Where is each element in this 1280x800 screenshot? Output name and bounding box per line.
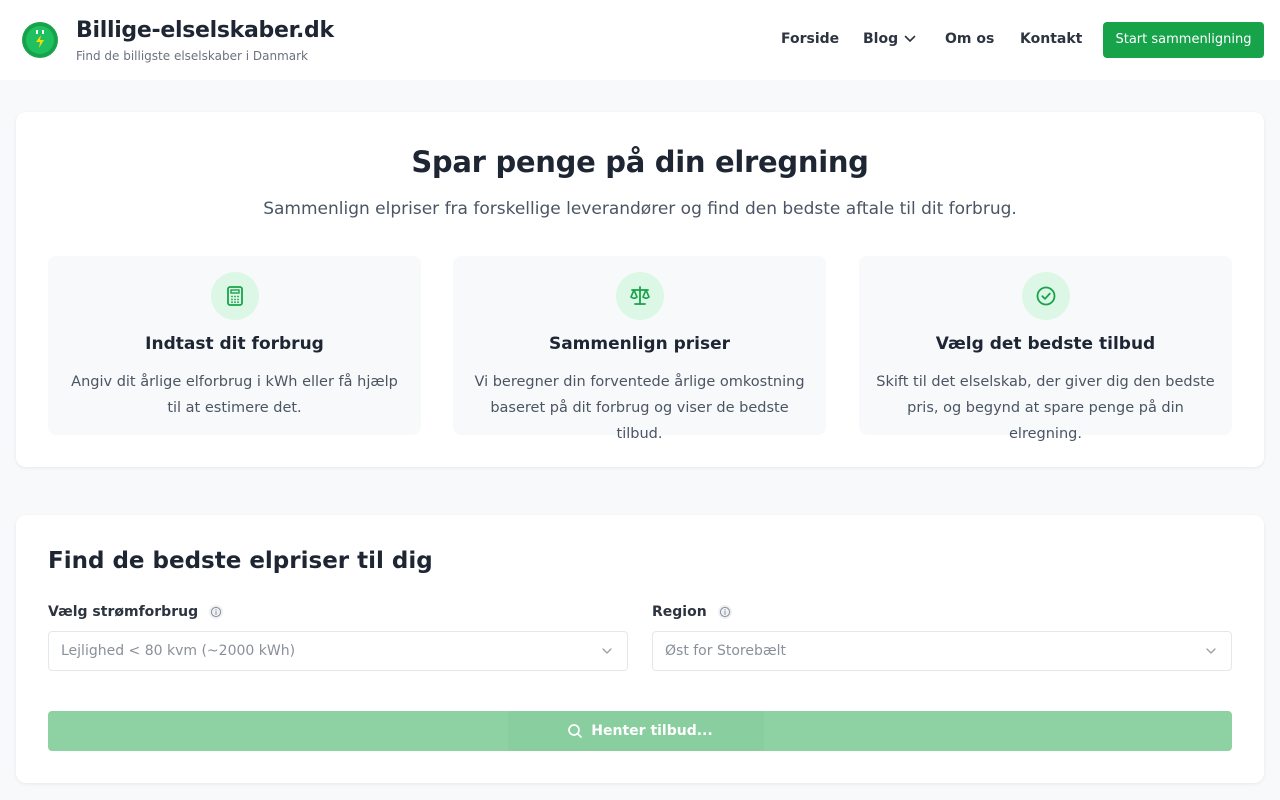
info-icon[interactable] xyxy=(717,604,733,620)
site-tagline: Find de billigste elselskaber i Danmark xyxy=(76,49,308,63)
hero-subtitle: Sammenlign elpriser fra forskellige leve… xyxy=(263,199,1017,219)
feature-title: Sammenlign priser xyxy=(548,334,731,354)
chevron-down-icon xyxy=(602,648,612,654)
info-icon[interactable] xyxy=(208,604,224,620)
hero-title: Spar penge på din elregning xyxy=(411,145,869,179)
site-header: Billige-elselskaber.dk Find de billigste… xyxy=(0,0,1280,80)
nav-om-os[interactable]: Om os xyxy=(945,31,994,47)
scale-icon xyxy=(630,286,650,305)
region-label-text: Region xyxy=(652,604,707,620)
fetch-offers-content: Henter tilbud... xyxy=(48,711,1232,751)
feature-description: Skift til det elselskab, der giver dig d… xyxy=(876,374,1215,442)
feature-card-enter-usage: Indtast dit forbrug Angiv dit årlige elf… xyxy=(48,256,421,435)
finder-title: Find de bedste elpriser til dig xyxy=(48,548,433,574)
consumption-select-value: Lejlighed < 80 kvm (~2000 kWh) xyxy=(61,643,296,659)
fetch-offers-label: Henter tilbud... xyxy=(591,723,713,739)
search-icon xyxy=(568,724,583,738)
logo[interactable] xyxy=(22,22,58,58)
nav-blog[interactable]: Blog xyxy=(863,31,916,47)
price-finder-section: Find de bedste elpriser til dig Vælg str… xyxy=(16,515,1264,783)
nav-forside[interactable]: Forside xyxy=(781,31,839,47)
chevron-down-icon xyxy=(904,35,916,42)
feature-description: Vi beregner din forventede årlige omkost… xyxy=(474,374,805,442)
chevron-down-icon xyxy=(1206,648,1216,654)
lightning-bolt-icon xyxy=(36,30,44,48)
consumption-label: Vælg strømforbrug xyxy=(48,604,224,620)
start-comparison-button[interactable]: Start sammenligning xyxy=(1103,22,1264,58)
hero-section: Spar penge på din elregning Sammenlign e… xyxy=(16,112,1264,467)
fetch-offers-button[interactable]: Henter tilbud... xyxy=(48,711,1232,751)
check-circle-icon xyxy=(1036,286,1056,306)
feature-description: Angiv dit årlige elforbrug i kWh eller f… xyxy=(71,374,398,416)
nav-kontakt[interactable]: Kontakt xyxy=(1020,31,1082,47)
region-select[interactable]: Øst for Storebælt xyxy=(652,631,1232,671)
feature-card-compare-prices: Sammenlign priser Vi beregner din forven… xyxy=(453,256,826,442)
region-select-value: Øst for Storebælt xyxy=(665,643,786,659)
nav-blog-label: Blog xyxy=(863,31,899,47)
site-title[interactable]: Billige-elselskaber.dk xyxy=(76,18,334,43)
feature-title: Indtast dit forbrug xyxy=(145,334,324,354)
feature-title: Vælg det bedste tilbud xyxy=(935,334,1156,354)
feature-icon-badge xyxy=(1022,272,1070,320)
calculator-icon xyxy=(227,286,243,306)
region-label: Region xyxy=(652,604,733,620)
feature-icon-badge xyxy=(211,272,259,320)
consumption-select[interactable]: Lejlighed < 80 kvm (~2000 kWh) xyxy=(48,631,628,671)
consumption-label-text: Vælg strømforbrug xyxy=(48,604,199,620)
feature-icon-badge xyxy=(616,272,664,320)
feature-card-choose-best-offer: Vælg det bedste tilbud Skift til det els… xyxy=(859,256,1232,442)
